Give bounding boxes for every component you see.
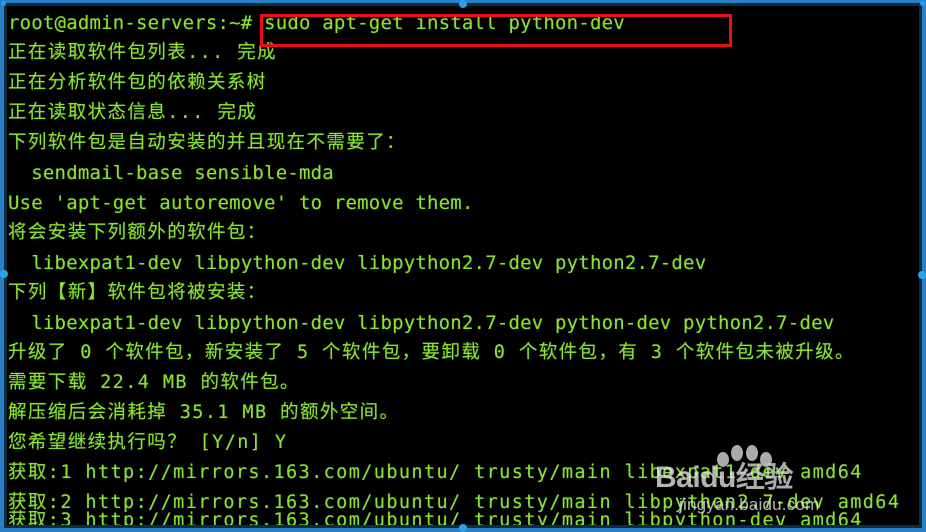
terminal-line-autoinstalled-header: 下列软件包是自动安装的并且现在不需要了： <box>8 132 407 153</box>
terminal-line-autoinstalled-packages: sendmail-base sensible-mda <box>8 162 334 184</box>
terminal-line-autoremove-hint: Use 'apt-get autoremove' to remove them. <box>8 192 474 214</box>
selection-handle-left[interactable] <box>0 270 8 278</box>
terminal-line-confirm-prompt: 您希望继续执行吗？ [Y/n] Y <box>8 432 288 453</box>
terminal-output[interactable]: root@admin-servers:~# sudo apt-get insta… <box>7 6 919 526</box>
selection-inner-line-right <box>919 3 922 529</box>
terminal-line-building-tree: 正在分析软件包的依赖关系树 <box>8 72 267 93</box>
selection-handle-right[interactable] <box>918 271 926 279</box>
selection-handle-bottom[interactable] <box>459 524 467 532</box>
terminal-line-extra-packages: libexpat1-dev libpython-dev libpython2.7… <box>8 252 707 274</box>
selection-handle-top-right[interactable] <box>920 1 925 6</box>
terminal-line-new-packages: libexpat1-dev libpython-dev libpython2.7… <box>8 312 835 334</box>
selection-border-left <box>0 0 4 532</box>
terminal-line-reading-lists: 正在读取软件包列表... 完成 <box>8 42 278 63</box>
selection-handle-top[interactable] <box>459 0 467 8</box>
terminal-line-extra-header: 将会安装下列额外的软件包： <box>8 222 267 243</box>
terminal-screenshot: root@admin-servers:~# sudo apt-get insta… <box>0 0 926 532</box>
terminal-line-download-size: 需要下载 22.4 MB 的软件包。 <box>8 372 300 393</box>
terminal-line-reading-state: 正在读取状态信息... 完成 <box>8 102 258 123</box>
terminal-line-disk-space: 解压缩后会消耗掉 35.1 MB 的额外空间。 <box>8 402 400 423</box>
terminal-line-fetch-1: 获取:1 http://mirrors.163.com/ubuntu/ trus… <box>8 462 863 483</box>
terminal-line-fetch-3: 获取:3 http://mirrors.163.com/ubuntu/ trus… <box>8 510 863 526</box>
selection-handle-top-left[interactable] <box>1 1 6 6</box>
terminal-line-upgrade-summary: 升级了 0 个软件包，新安装了 5 个软件包，要卸载 0 个软件包，有 3 个软… <box>8 342 855 363</box>
selection-border-right <box>922 0 926 532</box>
terminal-line-new-header: 下列【新】软件包将被安装： <box>8 282 267 303</box>
terminal-line-command: root@admin-servers:~# sudo apt-get insta… <box>8 12 625 34</box>
